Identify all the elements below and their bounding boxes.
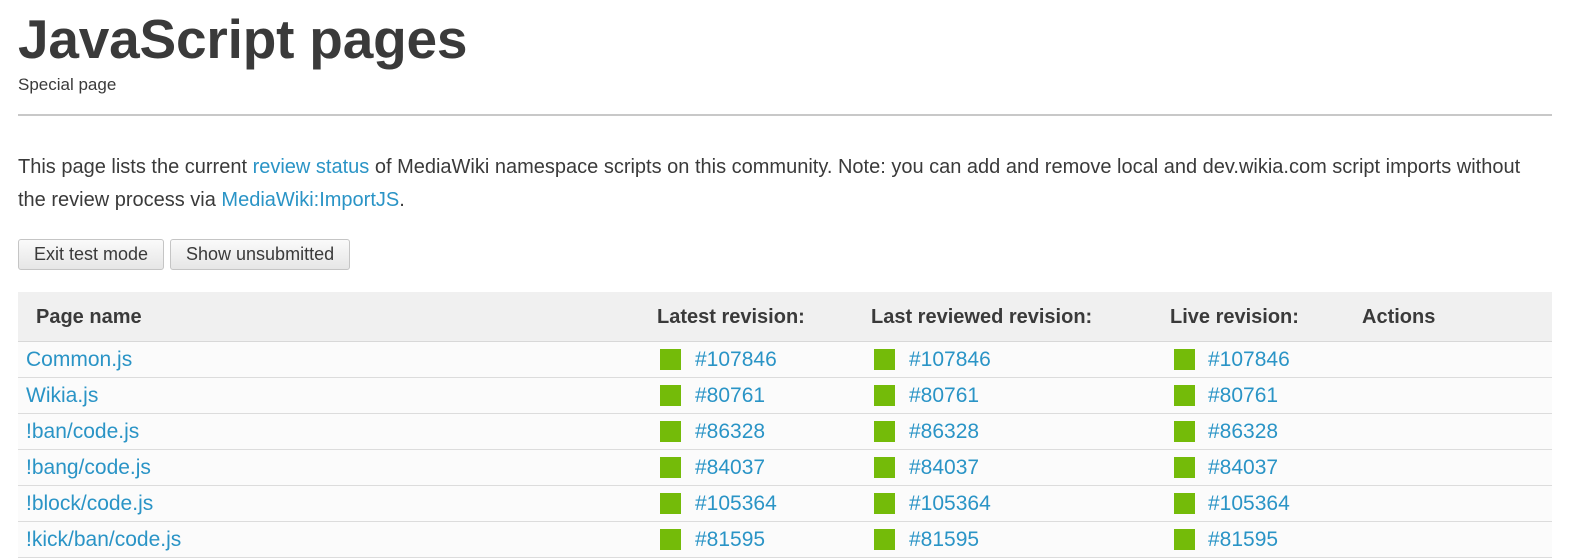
- page-name-link[interactable]: Common.js: [26, 342, 132, 378]
- latest-revision-status-icon: [660, 529, 681, 550]
- table-header: Page name Latest revision: Last reviewed…: [18, 292, 1552, 342]
- latest-revision-status-icon: [660, 493, 681, 514]
- last-reviewed-revision-status-icon: [874, 529, 895, 550]
- live-revision-link[interactable]: #86328: [1208, 414, 1278, 450]
- live-revision-status-icon: [1174, 385, 1195, 406]
- latest-revision-link[interactable]: #84037: [695, 450, 765, 486]
- last-reviewed-revision-link[interactable]: #107846: [909, 342, 991, 378]
- latest-revision-link[interactable]: #81595: [695, 522, 765, 558]
- show-unsubmitted-button[interactable]: Show unsubmitted: [170, 239, 351, 270]
- page-title: JavaScript pages: [18, 8, 468, 70]
- last-reviewed-revision-status-icon: [874, 493, 895, 514]
- latest-revision-status-icon: [660, 385, 681, 406]
- table-row: Common.js #107846 #107846 #107846: [18, 342, 1552, 378]
- header-live-revision: Live revision:: [1170, 306, 1299, 328]
- last-reviewed-revision-status-icon: [874, 421, 895, 442]
- live-revision-link[interactable]: #84037: [1208, 450, 1278, 486]
- table-body: Common.js #107846 #107846 #107846 Wikia.js #8…: [18, 342, 1552, 558]
- page-name-link[interactable]: Wikia.js: [26, 378, 98, 414]
- live-revision-status-icon: [1174, 457, 1195, 478]
- header-actions: Actions: [1362, 306, 1436, 328]
- review-status-link[interactable]: review status: [253, 156, 370, 178]
- table-row: !kick/ban/code.js #81595 #81595 #81595: [18, 522, 1552, 558]
- intro-text: This page lists the current review statu…: [18, 151, 1552, 217]
- latest-revision-status-icon: [660, 457, 681, 478]
- last-reviewed-revision-link[interactable]: #105364: [909, 486, 991, 522]
- live-revision-status-icon: [1174, 493, 1195, 514]
- page-name-link[interactable]: !bang/code.js: [26, 450, 151, 486]
- live-revision-link[interactable]: #81595: [1208, 522, 1278, 558]
- table-row: !ban/code.js #86328 #86328 #86328: [18, 414, 1552, 450]
- exit-test-mode-button[interactable]: Exit test mode: [18, 239, 165, 270]
- header-divider: [18, 114, 1552, 116]
- page-name-link[interactable]: !ban/code.js: [26, 414, 139, 450]
- page-name-link[interactable]: !kick/ban/code.js: [26, 522, 181, 558]
- latest-revision-link[interactable]: #107846: [695, 342, 777, 378]
- last-reviewed-revision-status-icon: [874, 349, 895, 370]
- latest-revision-status-icon: [660, 349, 681, 370]
- header-last-reviewed-revision: Last reviewed revision:: [871, 306, 1093, 328]
- live-revision-status-icon: [1174, 349, 1195, 370]
- scripts-table: Page name Latest revision: Last reviewed…: [18, 292, 1552, 558]
- last-reviewed-revision-status-icon: [874, 457, 895, 478]
- page-name-link[interactable]: !block/code.js: [26, 486, 153, 522]
- page: JavaScript pages Special page This page …: [0, 0, 1570, 558]
- table-row: Wikia.js #80761 #80761 #80761: [18, 378, 1552, 414]
- live-revision-link[interactable]: #105364: [1208, 486, 1290, 522]
- header-latest-revision: Latest revision:: [657, 306, 805, 328]
- table-row: !bang/code.js #84037 #84037 #84037: [18, 450, 1552, 486]
- latest-revision-link[interactable]: #86328: [695, 414, 765, 450]
- live-revision-link[interactable]: #80761: [1208, 378, 1278, 414]
- last-reviewed-revision-link[interactable]: #86328: [909, 414, 979, 450]
- intro-text-start: This page lists the current: [18, 156, 253, 178]
- live-revision-status-icon: [1174, 529, 1195, 550]
- live-revision-status-icon: [1174, 421, 1195, 442]
- last-reviewed-revision-link[interactable]: #84037: [909, 450, 979, 486]
- last-reviewed-revision-status-icon: [874, 385, 895, 406]
- last-reviewed-revision-link[interactable]: #81595: [909, 522, 979, 558]
- header-page-name: Page name: [36, 306, 142, 328]
- importjs-link[interactable]: MediaWiki:ImportJS: [221, 189, 399, 211]
- live-revision-link[interactable]: #107846: [1208, 342, 1290, 378]
- last-reviewed-revision-link[interactable]: #80761: [909, 378, 979, 414]
- latest-revision-link[interactable]: #105364: [695, 486, 777, 522]
- table-row: !block/code.js #105364 #105364 #105364: [18, 486, 1552, 522]
- latest-revision-link[interactable]: #80761: [695, 378, 765, 414]
- intro-text-end: .: [399, 189, 405, 211]
- latest-revision-status-icon: [660, 421, 681, 442]
- page-subtitle: Special page: [18, 75, 117, 94]
